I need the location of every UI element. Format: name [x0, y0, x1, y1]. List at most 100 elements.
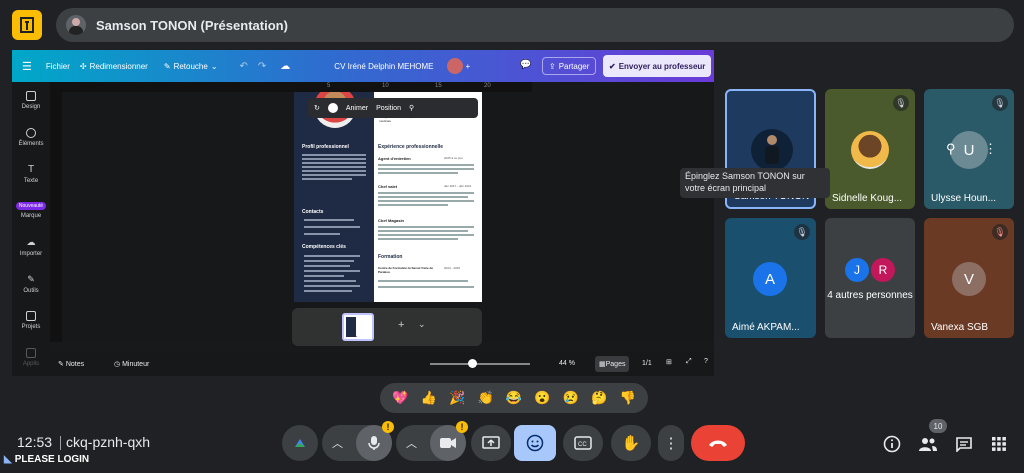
- send-to-teacher-button[interactable]: ✔ Envoyer au professeur: [603, 55, 712, 77]
- reaction-clapping[interactable]: 👏: [477, 390, 493, 406]
- more-options-button[interactable]: ⋮: [658, 425, 684, 461]
- job3-title: Chef Magasin: [378, 218, 405, 223]
- participant-name: Sidnelle Koug...: [832, 193, 903, 204]
- reaction-laughing[interactable]: 😂: [506, 390, 522, 406]
- sidebar-item-applis[interactable]: Applis: [12, 339, 50, 376]
- rotate-icon[interactable]: ↻: [314, 104, 320, 112]
- undo-icon[interactable]: ↶: [240, 61, 248, 72]
- page-count: 1/1: [642, 360, 652, 367]
- user-avatar[interactable]: [447, 58, 464, 74]
- reaction-thinking[interactable]: 🤔: [591, 390, 607, 406]
- add-page-icon[interactable]: +: [398, 319, 404, 331]
- timer-button[interactable]: ◷ Minuteur: [114, 360, 149, 368]
- sidebar-item-elements[interactable]: Éléments: [12, 119, 50, 156]
- participant-tile[interactable]: 🎙 Sidnelle Koug...: [825, 89, 915, 209]
- app-logo-icon: [20, 17, 34, 33]
- reactions-button[interactable]: [514, 425, 556, 461]
- doc-title[interactable]: CV Iréné Delphin MEHOME: [334, 62, 433, 71]
- page-number: 1: [354, 333, 358, 339]
- sidebar-label: Importer: [19, 251, 43, 258]
- reaction-crying[interactable]: 😢: [563, 390, 579, 406]
- reaction-party-popper[interactable]: 🎉: [449, 390, 465, 406]
- add-collaborator-icon[interactable]: +: [465, 62, 470, 71]
- person-icon: [765, 135, 779, 164]
- participant-name: Aimé AKPAM...: [732, 322, 800, 333]
- meeting-info-button[interactable]: [881, 433, 903, 455]
- more-options-icon[interactable]: ⋮: [984, 141, 997, 157]
- avatar: J: [845, 258, 869, 282]
- notes-button[interactable]: ✎ Notes: [58, 360, 84, 368]
- meeting-code: ckq-pznh-qxh: [66, 434, 151, 450]
- zoom-value[interactable]: 44 %: [559, 360, 575, 367]
- participant-tile[interactable]: 🎙 A Aimé AKPAM...: [725, 218, 816, 338]
- text-icon: T: [27, 163, 35, 175]
- participant-tile[interactable]: 🎙 V Vanexa SGB: [924, 218, 1014, 338]
- present-screen-button[interactable]: [471, 425, 511, 461]
- reaction-surprised[interactable]: 😮: [534, 390, 550, 406]
- audio-options-chevron-icon[interactable]: ︿: [332, 435, 343, 451]
- sidebar-item-design[interactable]: Design: [12, 82, 50, 119]
- mic-icon: [368, 436, 380, 450]
- please-login[interactable]: ◣ PLEASE LOGIN: [4, 454, 89, 465]
- share-button[interactable]: ⇪ Partager: [542, 57, 597, 75]
- pages-label: Pages: [605, 360, 626, 368]
- others-tile[interactable]: J R 4 autres personnes: [825, 218, 915, 338]
- video-options-chevron-icon[interactable]: ︿: [406, 435, 417, 451]
- sidebar-item-importer[interactable]: ☁ Importer: [12, 229, 50, 266]
- color-swatch[interactable]: [327, 103, 338, 113]
- menu-icon[interactable]: ☰: [22, 60, 32, 73]
- paint-format-icon[interactable]: ⚲: [409, 104, 414, 112]
- redo-icon[interactable]: ↷: [258, 61, 266, 72]
- menu-file[interactable]: Fichier: [46, 62, 70, 71]
- page-thumbnail[interactable]: 1: [342, 313, 374, 341]
- login-arrow-icon: ◣: [4, 454, 12, 465]
- others-label: 4 autres personnes: [827, 290, 913, 301]
- cloud-icon[interactable]: ☁: [280, 61, 290, 72]
- participants-count-badge: 10: [929, 419, 947, 433]
- sidebar-item-texte[interactable]: T Texte: [12, 156, 50, 193]
- reaction-thumbs-up[interactable]: 👍: [421, 390, 437, 406]
- leave-call-button[interactable]: [691, 425, 745, 461]
- pages-button[interactable]: ▦ Pages: [595, 356, 630, 372]
- resize-icon: ✣: [79, 61, 87, 71]
- divider: [60, 436, 61, 450]
- sidebar-item-projets[interactable]: Projets: [12, 303, 50, 340]
- captions-button[interactable]: CC: [563, 425, 603, 461]
- avatar: R: [871, 258, 895, 282]
- companion-button[interactable]: [282, 425, 318, 461]
- chevron-down-icon[interactable]: ⌄: [418, 319, 426, 330]
- participant-name: Ulysse Houn...: [931, 193, 997, 204]
- sidebar-item-outils[interactable]: ✎ Outils: [12, 266, 50, 303]
- grid-view-icon[interactable]: ⊞: [666, 358, 672, 366]
- comment-icon[interactable]: 💬: [520, 59, 531, 70]
- reaction-sparkling-heart[interactable]: 💖: [392, 390, 408, 406]
- mic-button[interactable]: !: [356, 421, 394, 461]
- sidebar-label: Texte: [23, 177, 39, 184]
- activities-button[interactable]: [988, 433, 1010, 455]
- raise-hand-button[interactable]: ✋: [611, 425, 651, 461]
- ruler-tick: 20: [484, 83, 491, 89]
- people-button[interactable]: [917, 433, 939, 455]
- cloud-upload-icon: ☁: [26, 237, 36, 248]
- zoom-slider-knob[interactable]: [468, 359, 477, 368]
- upload-icon: ⇪: [549, 61, 556, 71]
- camera-icon: [440, 438, 456, 448]
- captions-icon: CC: [574, 436, 592, 450]
- chat-button[interactable]: [953, 433, 975, 455]
- animate-button[interactable]: Animer: [346, 105, 368, 112]
- resume-page[interactable]: Délégué Médical Junior | En reconversion…: [294, 92, 482, 302]
- menu-edit[interactable]: ✎ Retouche ⌄: [164, 62, 218, 71]
- camera-button[interactable]: !: [430, 421, 468, 461]
- participant-tile[interactable]: 🎙 U ⚲ ⋮ Ulysse Houn...: [924, 89, 1014, 209]
- menu-resize[interactable]: ✣ Redimensionner: [80, 62, 148, 71]
- zoom-slider[interactable]: [430, 363, 530, 365]
- element-toolbar: ↻ Animer Position ⚲: [308, 98, 478, 118]
- pin-icon[interactable]: ⚲: [946, 141, 956, 157]
- help-icon[interactable]: ?: [704, 358, 708, 365]
- position-button[interactable]: Position: [376, 105, 401, 112]
- fullscreen-icon[interactable]: ⤢: [686, 358, 692, 366]
- chat-icon: [956, 437, 972, 452]
- sidebar-item-marque[interactable]: Nouveauté Marque: [12, 192, 50, 229]
- reaction-thumbs-down[interactable]: 👎: [620, 390, 636, 406]
- hand-icon: ✋: [621, 435, 641, 452]
